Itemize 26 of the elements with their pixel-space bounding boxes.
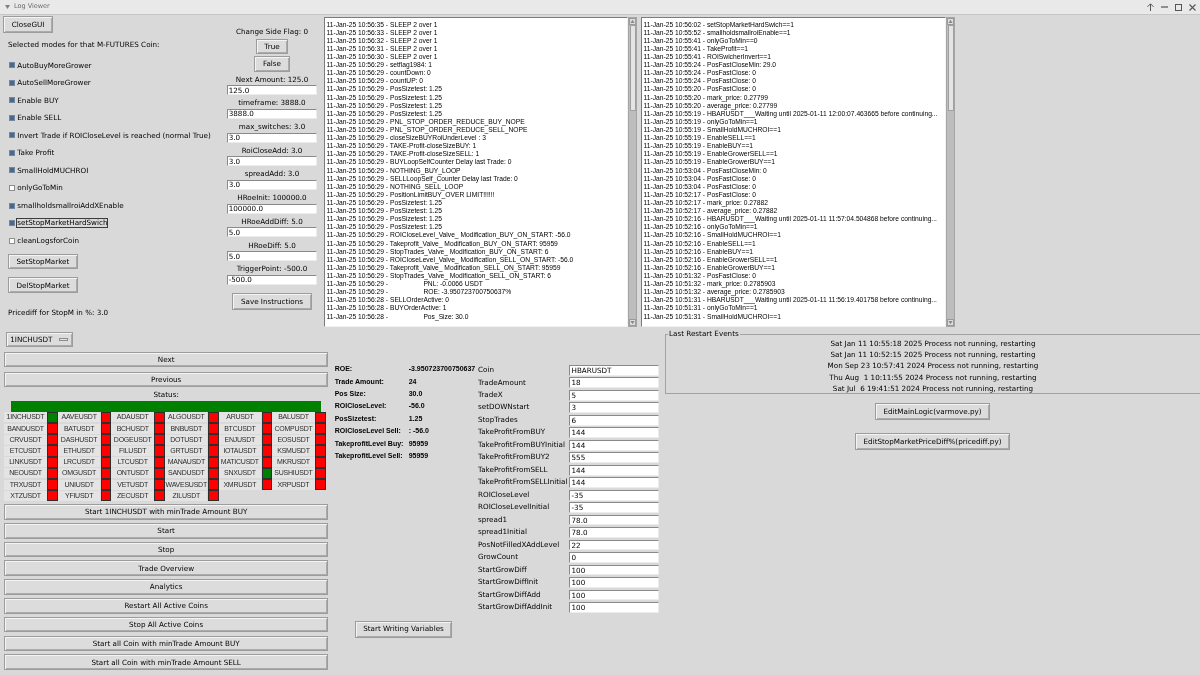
checkbox[interactable] [8, 132, 15, 139]
maximize-icon[interactable] [1175, 3, 1182, 11]
scrollbar[interactable] [628, 17, 637, 327]
scroll-up-arrow-icon[interactable] [947, 18, 954, 25]
scroll-down-arrow-icon[interactable] [947, 319, 954, 326]
close-icon[interactable] [1189, 3, 1196, 11]
log-text-area[interactable] [324, 17, 628, 327]
checkbox[interactable] [8, 167, 15, 174]
scrollbar[interactable] [946, 17, 955, 327]
scroll-down-arrow-icon[interactable] [629, 319, 636, 326]
caret-icon[interactable] [5, 5, 10, 9]
log-text-area[interactable] [641, 17, 946, 327]
checkbox[interactable] [8, 62, 15, 69]
checkbox[interactable] [8, 202, 15, 209]
dropdown-indicator-icon [58, 337, 68, 342]
checkbox[interactable] [8, 149, 15, 156]
checkbox[interactable] [8, 185, 15, 191]
checkbox[interactable] [8, 114, 15, 121]
scrollbar-thumb[interactable] [629, 25, 636, 111]
checkbox[interactable] [8, 79, 15, 86]
checkbox[interactable] [8, 237, 15, 244]
checkbox[interactable] [8, 97, 15, 104]
scrollbar-thumb[interactable] [947, 25, 954, 111]
scroll-up-arrow-icon[interactable] [629, 18, 636, 25]
checkbox[interactable] [8, 220, 15, 227]
arrow-up-icon[interactable] [1147, 3, 1154, 11]
